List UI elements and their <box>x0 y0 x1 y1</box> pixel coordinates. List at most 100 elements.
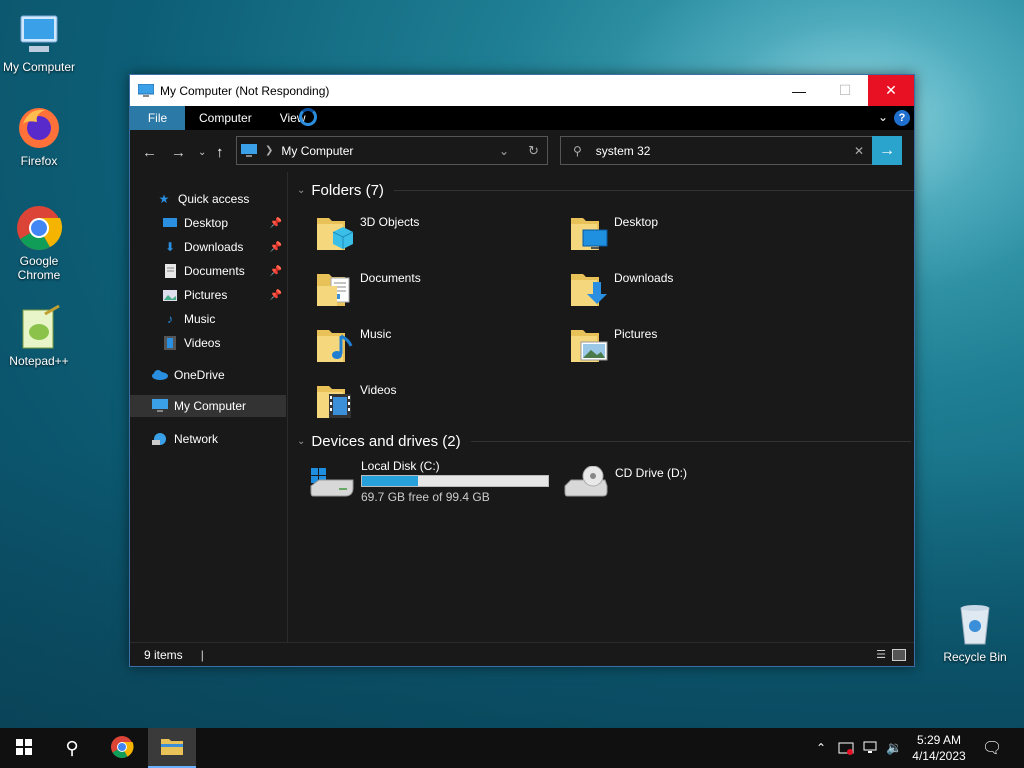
content-pane: ⌄ Folders (7) 3D Objects Desktop Documen… <box>289 172 914 642</box>
forward-arrow-icon[interactable]: → <box>171 144 186 161</box>
nav-music[interactable]: ♪ Music <box>130 308 286 330</box>
folder-tile-downloads[interactable]: Downloads <box>567 264 807 314</box>
monitor-icon <box>15 10 63 58</box>
picture-icon <box>162 287 178 303</box>
up-arrow-icon[interactable]: ↑ <box>216 144 224 161</box>
details-view-icon[interactable]: ☰ <box>876 648 886 661</box>
folder-tile-3d-objects[interactable]: 3D Objects <box>313 208 553 258</box>
maximize-button[interactable]: ☐ <box>822 75 868 106</box>
folder-label: Videos <box>360 383 397 397</box>
clear-search-icon[interactable]: ✕ <box>854 144 864 158</box>
desktop-icon-my-computer[interactable]: My Computer <box>1 10 77 74</box>
folder-tile-desktop[interactable]: Desktop <box>567 208 807 258</box>
show-hidden-icons-chevron[interactable]: ⌃ <box>816 728 826 768</box>
folder-label: Documents <box>360 271 421 285</box>
close-button[interactable]: ✕ <box>868 75 914 106</box>
folder-label: Music <box>360 327 392 341</box>
tab-computer[interactable]: Computer <box>185 106 266 130</box>
folders-group-header[interactable]: ⌄ Folders (7) <box>297 182 914 199</box>
desktop-folder-icon <box>162 215 178 231</box>
taskbar-search-button[interactable]: ⚲ <box>48 728 96 768</box>
search-icon: ⚲ <box>573 143 582 158</box>
drive-usage-bar <box>361 475 549 487</box>
folder-label: Pictures <box>614 327 658 341</box>
explorer-body: ★ Quick access Desktop 📌 ⬇ Downloads 📌 D… <box>130 172 914 642</box>
folder-tile-music[interactable]: Music <box>313 320 553 370</box>
minimize-button[interactable]: — <box>776 75 822 106</box>
search-box[interactable]: ⚲ system 32 ✕ <box>560 136 873 165</box>
nav-label: Downloads <box>184 240 244 254</box>
star-icon: ★ <box>158 192 170 206</box>
nav-videos[interactable]: Videos <box>130 332 286 354</box>
devices-group-header[interactable]: ⌄ Devices and drives (2) <box>297 433 911 450</box>
desktop-folder-icon <box>569 212 609 250</box>
nav-onedrive[interactable]: OneDrive <box>130 364 286 386</box>
nav-downloads[interactable]: ⬇ Downloads 📌 <box>130 236 286 258</box>
nav-my-computer[interactable]: My Computer <box>130 395 286 417</box>
address-bar[interactable]: ❯ My Computer ⌄ ↻ <box>236 136 548 165</box>
close-icon: ✕ <box>885 82 897 98</box>
item-count: 9 items <box>144 647 183 662</box>
drive-tile-local-disk[interactable]: Local Disk (C:) 69.7 GB free of 99.4 GB <box>309 458 559 508</box>
network-tray-icon[interactable] <box>863 728 879 768</box>
folder-tile-documents[interactable]: Documents <box>313 264 553 314</box>
folder-tile-pictures[interactable]: Pictures <box>567 320 807 370</box>
start-button[interactable] <box>0 728 48 768</box>
search-input[interactable]: system 32 <box>596 144 651 158</box>
folder-tile-videos[interactable]: Videos <box>313 376 553 426</box>
drive-name: CD Drive (D:) <box>615 466 687 480</box>
nav-desktop[interactable]: Desktop 📌 <box>130 212 286 234</box>
nav-quick-access[interactable]: ★ Quick access <box>130 188 286 210</box>
taskbar-file-explorer[interactable] <box>148 728 196 768</box>
expand-ribbon-icon[interactable]: ⌄ <box>878 110 888 124</box>
desktop-icon-recycle-bin[interactable]: Recycle Bin <box>937 600 1013 664</box>
pin-icon: 📌 <box>269 289 282 301</box>
maximize-icon: ☐ <box>838 82 852 98</box>
clock-date: 4/14/2023 <box>912 749 966 763</box>
group-title: Devices and drives (2) <box>311 433 461 450</box>
taskbar-chrome[interactable] <box>98 728 146 768</box>
search-go-button[interactable]: → <box>872 136 902 165</box>
cloud-icon <box>152 367 168 383</box>
tab-file[interactable]: File <box>130 106 185 130</box>
title-bar[interactable]: My Computer (Not Responding) — ☐ ✕ <box>130 75 914 106</box>
desktop-icon-label: Google Chrome <box>17 254 61 282</box>
3d-objects-folder-icon <box>315 212 355 250</box>
drive-tile-cd[interactable]: CD Drive (D:) <box>563 458 803 508</box>
refresh-icon[interactable]: ↻ <box>528 143 539 159</box>
large-icons-view-icon[interactable] <box>892 648 906 661</box>
documents-folder-icon <box>315 268 355 306</box>
download-arrow-icon: ⬇ <box>164 240 176 254</box>
hard-drive-icon <box>309 466 355 504</box>
back-arrow-icon[interactable]: ← <box>142 144 157 161</box>
taskbar: ⚲ ⌃ 🔉 5:29 AM 4/14/2023 🗨 <box>0 728 1024 768</box>
navigation-pane: ★ Quick access Desktop 📌 ⬇ Downloads 📌 D… <box>130 172 288 642</box>
group-title: Folders (7) <box>311 182 384 199</box>
desktop-icon-firefox[interactable]: Firefox <box>1 104 77 168</box>
group-divider <box>393 190 914 191</box>
chrome-icon <box>15 204 63 252</box>
downloads-folder-icon <box>569 268 609 306</box>
network-icon <box>152 431 168 447</box>
desktop-icon-notepadpp[interactable]: Notepad++ <box>1 304 77 368</box>
address-row: ← → ⌄ ↑ ❯ My Computer ⌄ ↻ ⚲ system 32 ✕ … <box>130 130 914 172</box>
volume-icon[interactable]: 🔉 <box>886 728 902 768</box>
minimize-icon: — <box>792 82 806 99</box>
desktop-icon-label: Notepad++ <box>9 354 69 368</box>
nav-documents[interactable]: Documents 📌 <box>130 260 286 282</box>
system-clock[interactable]: 5:29 AM 4/14/2023 <box>906 728 972 768</box>
address-text: My Computer <box>281 143 354 158</box>
ribbon-tabs: File Computer View ⌄ ? <box>130 106 914 130</box>
collapse-chevron-icon: ⌄ <box>297 185 306 196</box>
notifications-icon[interactable]: 🗨 <box>982 728 1002 768</box>
drive-usage-fill <box>362 476 418 486</box>
security-icon[interactable] <box>838 728 854 768</box>
nav-pictures[interactable]: Pictures 📌 <box>130 284 286 306</box>
address-dropdown-icon[interactable]: ⌄ <box>499 144 509 158</box>
nav-network[interactable]: Network <box>130 428 286 450</box>
help-icon[interactable]: ? <box>894 110 910 126</box>
recent-chevron-icon[interactable]: ⌄ <box>198 147 206 158</box>
firefox-icon <box>15 104 63 152</box>
desktop-icon-chrome[interactable]: Google Chrome <box>1 204 77 282</box>
nav-label: Pictures <box>184 288 228 302</box>
